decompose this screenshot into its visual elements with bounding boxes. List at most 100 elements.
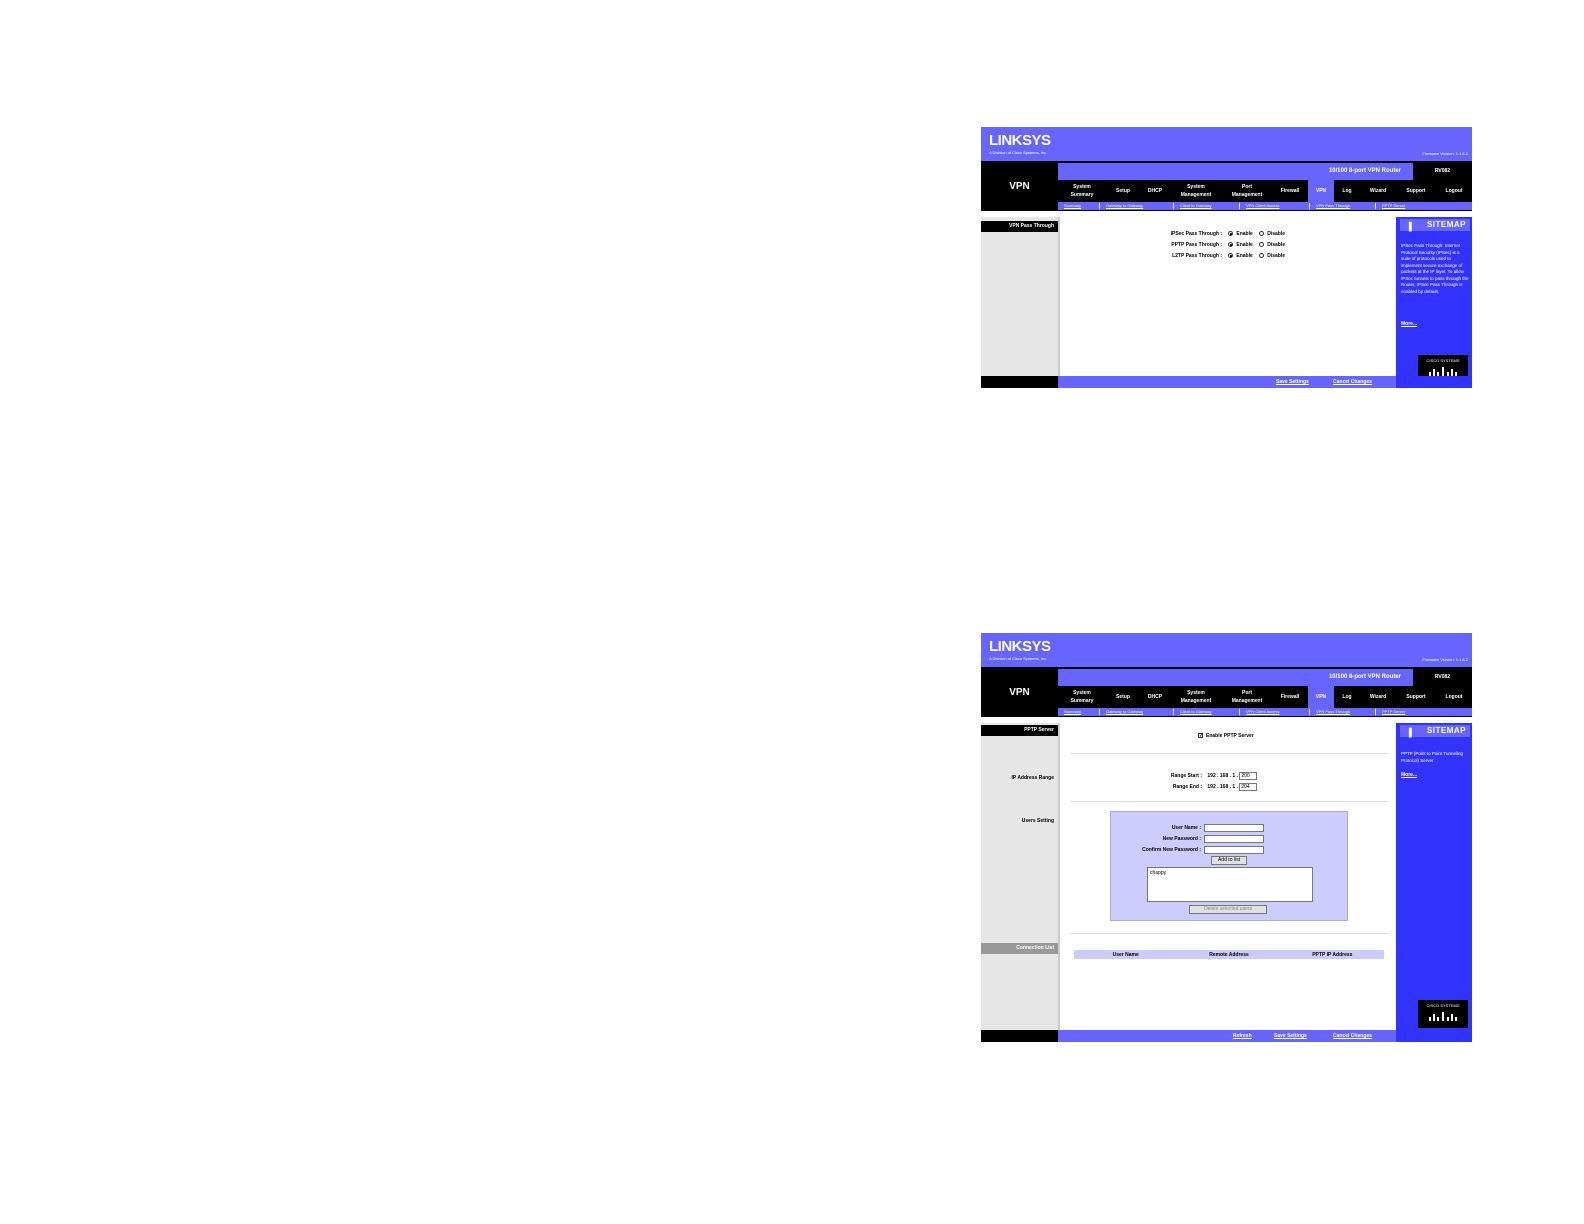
tab-wizard[interactable]: Wizard [1360, 180, 1396, 202]
save-settings-button[interactable]: Save Settings [1276, 379, 1309, 385]
delete-selected-users-button[interactable]: Delete selected users [1189, 905, 1267, 914]
content-area: ✓ Enable PPTP Server Range Start : 192 . … [1058, 723, 1396, 1030]
vpn-pass-through-screenshot: LINKSYS A Division of Cisco Systems, Inc… [981, 127, 1472, 388]
pptp-enable-radio[interactable] [1228, 242, 1234, 248]
ipsec-disable-radio[interactable] [1259, 231, 1265, 237]
subtab-pptp-server[interactable]: PPTP Server [1376, 203, 1436, 209]
tab-firewall[interactable]: Firewall [1272, 686, 1308, 708]
user-list[interactable]: chappy [1147, 867, 1313, 902]
more-link[interactable]: More... [1401, 772, 1417, 778]
cisco-logo-text: CISCO SYSTEMS [1426, 1003, 1460, 1008]
enable-pptp-checkbox[interactable]: ✓ [1198, 733, 1203, 739]
tab-logout[interactable]: Logout [1436, 180, 1472, 202]
user-name-input[interactable] [1204, 824, 1265, 832]
firmware-version: Firmware Version: 1.1.6.2 [1422, 657, 1468, 662]
tab-setup[interactable]: Setup [1106, 686, 1140, 708]
subtab-vpn-pass-through[interactable]: VPN Pass Through [1310, 203, 1376, 209]
connection-list-header: User Name Remote Address PPTP IP Address [1074, 950, 1384, 959]
help-text: IPSec Pass Through: Internet Protocol Se… [1401, 243, 1469, 294]
footer-bar: Save Settings Cancel Changes [981, 376, 1472, 388]
footer-right [1396, 376, 1472, 388]
users-setting-box: User Name : New Password : Confirm New P… [1110, 811, 1348, 921]
confirm-password-label: Confirm New Password : [1142, 847, 1201, 854]
cancel-changes-button[interactable]: Cancel Changes [1333, 379, 1372, 385]
ipsec-enable-radio[interactable] [1228, 231, 1234, 237]
l2tp-disable-radio[interactable] [1259, 253, 1265, 259]
range-end-prefix: 192 . 168 . 1 . [1207, 784, 1238, 791]
left-column [981, 217, 1058, 376]
tab-dhcp[interactable]: DHCP [1140, 686, 1170, 708]
tab-wizard[interactable]: Wizard [1360, 686, 1396, 708]
firmware-version: Firmware Version: 1.1.6.2 [1422, 151, 1468, 156]
cisco-logo: CISCO SYSTEMS [1418, 1000, 1468, 1028]
model-number: RV082 [1413, 669, 1472, 686]
sitemap-heading[interactable]: ▌ SITEMAP [1400, 725, 1470, 737]
footer-left [981, 376, 1058, 388]
l2tp-label: L2TP Pass Through : [1172, 253, 1222, 259]
tab-dhcp[interactable]: DHCP [1140, 180, 1170, 202]
ipsec-row: IPSec Pass Through : Enable Disable [1142, 231, 1285, 237]
subtab-summary[interactable]: Summary [1058, 203, 1100, 209]
header-bar: LINKSYS A Division of Cisco Systems, Inc… [981, 127, 1472, 161]
header-bar: LINKSYS A Division of Cisco Systems, Inc… [981, 633, 1472, 667]
linksys-logo: LINKSYS [989, 132, 1051, 149]
footer-mid: Refresh Save Settings Cancel Changes [1058, 1030, 1396, 1042]
sitemap-heading[interactable]: ▌ SITEMAP [1400, 219, 1470, 231]
tab-setup[interactable]: Setup [1106, 180, 1140, 202]
user-name-row: User Name : [1131, 824, 1265, 832]
tab-firewall[interactable]: Firewall [1272, 180, 1308, 202]
divider [1070, 801, 1388, 802]
col-user-name: User Name [1112, 951, 1139, 958]
save-settings-button[interactable]: Save Settings [1274, 1033, 1307, 1039]
col-remote-address: Remote Address [1209, 951, 1249, 958]
subtab-client-to-gateway[interactable]: Client to Gateway [1174, 709, 1240, 715]
user-list-item[interactable]: chappy [1150, 870, 1310, 876]
more-link[interactable]: More... [1401, 321, 1417, 327]
new-password-row: New Password : [1131, 835, 1265, 843]
tab-support[interactable]: Support [1396, 686, 1436, 708]
tab-system-management[interactable]: System Management [1170, 180, 1222, 202]
tab-log[interactable]: Log [1334, 686, 1360, 708]
l2tp-enable-radio[interactable] [1228, 253, 1234, 259]
range-start-input[interactable]: 200 [1239, 772, 1258, 780]
l2tp-disable-label: Disable [1267, 253, 1285, 259]
tab-system-summary[interactable]: System Summary [1058, 686, 1106, 708]
subtab-vpn-pass-through[interactable]: VPN Pass Through [1310, 709, 1376, 715]
cisco-logo-text: CISCO SYSTEMS [1426, 358, 1460, 363]
confirm-password-row: Confirm New Password : [1131, 846, 1265, 854]
content-area: IPSec Pass Through : Enable Disable PPTP… [1058, 217, 1396, 376]
pptp-server-screenshot: LINKSYS A Division of Cisco Systems, Inc… [981, 633, 1472, 1042]
tab-vpn[interactable]: VPN [1308, 686, 1334, 708]
subtab-gateway-to-gateway[interactable]: Gateway to Gateway [1100, 203, 1174, 209]
subtab-pptp-server[interactable]: PPTP Server [1376, 709, 1436, 715]
add-to-list-button[interactable]: Add to list [1211, 856, 1247, 865]
left-heading: PPTP Server [981, 725, 1058, 736]
range-end-input[interactable]: 204 [1239, 783, 1258, 791]
tab-vpn[interactable]: VPN [1308, 180, 1334, 202]
tab-system-summary[interactable]: System Summary [1058, 180, 1106, 202]
sitemap-sidebar: ▌ SITEMAP IPSec Pass Through: Internet P… [1396, 217, 1472, 383]
new-password-input[interactable] [1204, 835, 1265, 843]
tab-support[interactable]: Support [1396, 180, 1436, 202]
subtab-summary[interactable]: Summary [1058, 709, 1100, 715]
left-heading: VPN Pass Through [981, 221, 1058, 232]
refresh-button[interactable]: Refresh [1233, 1033, 1252, 1039]
sitemap-icon: ▌ [1408, 222, 1415, 231]
subtab-vpn-client-access[interactable]: VPN Client Access [1240, 203, 1310, 209]
tab-system-management[interactable]: System Management [1170, 686, 1222, 708]
main-tabs: System Summary Setup DHCP System Managem… [1058, 686, 1472, 708]
sitemap-sidebar: ▌ SITEMAP PPTP (Point to Point Tunneling… [1396, 723, 1472, 1030]
pptp-disable-radio[interactable] [1259, 242, 1265, 248]
sitemap-label: SITEMAP [1426, 220, 1466, 229]
tab-log[interactable]: Log [1334, 180, 1360, 202]
tab-port-management[interactable]: Port Management [1222, 180, 1272, 202]
tab-port-management[interactable]: Port Management [1222, 686, 1272, 708]
subtab-gateway-to-gateway[interactable]: Gateway to Gateway [1100, 709, 1174, 715]
tab-logout[interactable]: Logout [1436, 686, 1472, 708]
confirm-password-input[interactable] [1204, 846, 1265, 854]
help-text: PPTP (Point to Point Tunneling Protocol)… [1401, 751, 1463, 763]
subtab-client-to-gateway[interactable]: Client to Gateway [1174, 203, 1240, 209]
ipsec-label: IPSec Pass Through : [1170, 231, 1222, 237]
subtab-vpn-client-access[interactable]: VPN Client Access [1240, 709, 1310, 715]
cancel-changes-button[interactable]: Cancel Changes [1333, 1033, 1372, 1039]
